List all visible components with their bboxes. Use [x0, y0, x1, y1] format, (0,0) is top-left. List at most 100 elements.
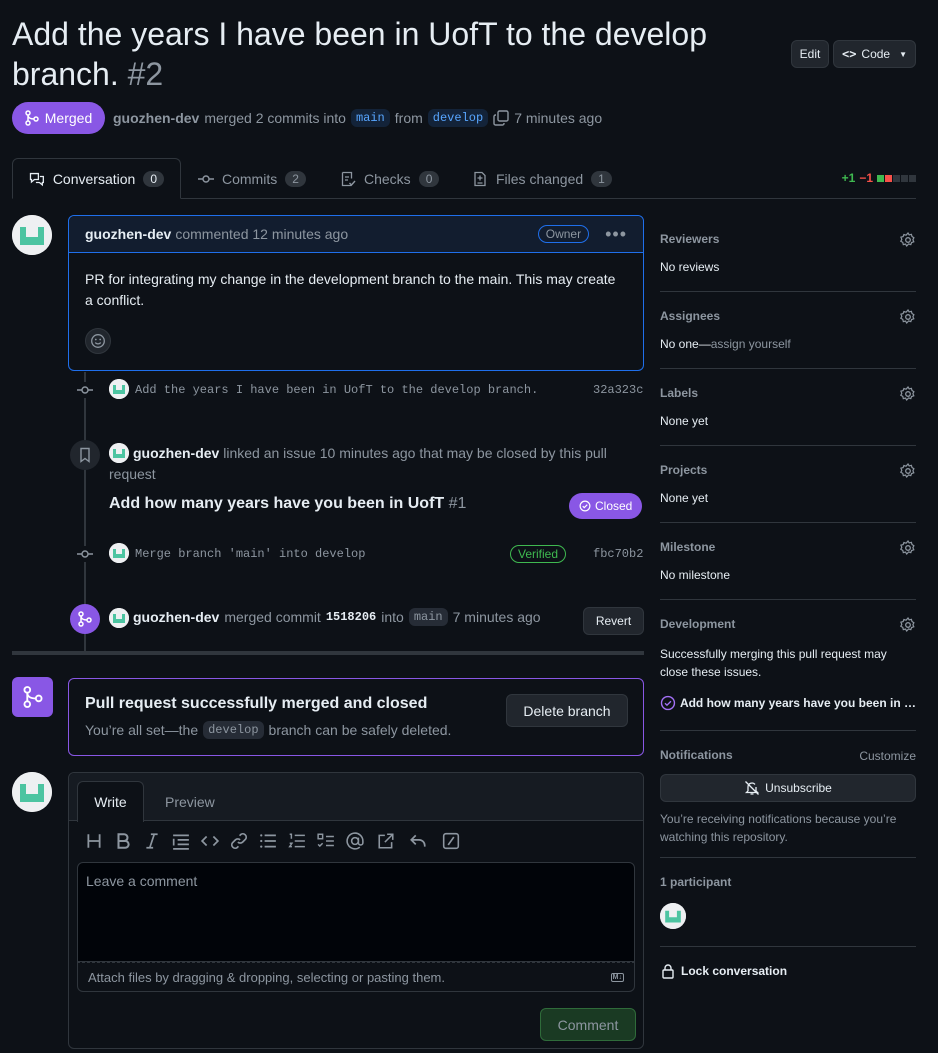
sidebar-notifications: Notifications Customize Unsubscribe You’… — [660, 748, 916, 858]
merged-box: Pull request successfully merged and clo… — [68, 678, 644, 756]
heading-icon[interactable] — [85, 832, 103, 850]
assign-yourself-link[interactable]: assign yourself — [711, 337, 791, 351]
linker-name[interactable]: guozhen-dev — [133, 445, 219, 461]
commit-author-avatar[interactable] — [109, 379, 129, 399]
development-issue-title[interactable]: Add how many years have you been in … — [680, 696, 916, 710]
tab-preview[interactable]: Preview — [165, 794, 215, 810]
development-issue[interactable]: Add how many years have you been in … — [660, 695, 916, 711]
merged-desc-pre: You’re all set—the — [85, 722, 199, 738]
delete-branch-button[interactable]: Delete branch — [506, 694, 628, 727]
merge-target-branch[interactable]: main — [408, 608, 448, 626]
bold-icon[interactable] — [114, 832, 132, 850]
merged-box-desc: You’re all set—the develop branch can be… — [85, 721, 451, 739]
gear-icon[interactable] — [900, 309, 916, 325]
check-circle-icon — [660, 695, 676, 711]
pr-tabbar: Conversation 0 Commits 2 Checks 0 Files … — [12, 158, 916, 199]
page-title: Add the years I have been in UofT to the… — [12, 14, 772, 94]
tab-commits[interactable]: Commits 2 — [182, 158, 322, 199]
tab-files-changed[interactable]: Files changed 1 — [456, 158, 628, 199]
merge-time: 7 minutes ago — [514, 110, 603, 126]
markdown-icon[interactable]: M↓ — [610, 972, 624, 982]
verified-badge[interactable]: Verified — [510, 545, 567, 563]
merge-event: guozhen-dev merged commit 1518206 into m… — [133, 608, 541, 626]
code-icon: <> — [841, 47, 857, 61]
unsubscribe-button[interactable]: Unsubscribe — [660, 774, 916, 802]
customize-link[interactable]: Customize — [859, 749, 916, 763]
reaction-button[interactable] — [85, 328, 111, 354]
comment-body: PR for integrating my change in the deve… — [85, 271, 616, 308]
commit-author-avatar[interactable] — [109, 543, 129, 563]
from-text: from — [394, 110, 423, 126]
comment-textarea[interactable]: Leave a comment — [77, 862, 635, 962]
gear-icon[interactable] — [900, 463, 916, 479]
italic-icon[interactable] — [143, 832, 161, 850]
ordered-list-icon[interactable] — [288, 832, 306, 850]
owner-badge: Owner — [537, 225, 590, 243]
tab-files-changed-label: Files changed — [496, 170, 584, 187]
gear-icon[interactable] — [900, 540, 916, 556]
participants-title: 1 participant — [660, 875, 732, 889]
merge-commit-sha[interactable]: 1518206 — [326, 610, 376, 624]
viewer-avatar[interactable] — [12, 772, 52, 812]
assignees-title: Assignees — [660, 309, 721, 323]
gear-icon[interactable] — [900, 617, 916, 633]
attach-bar[interactable]: Attach files by dragging & dropping, sel… — [77, 962, 635, 992]
commit-message[interactable]: Add the years I have been in UofT to the… — [135, 383, 538, 397]
comment-author[interactable]: guozhen-dev — [85, 226, 171, 242]
slash-command-icon[interactable] — [442, 832, 460, 850]
attach-hint: Attach files by dragging & dropping, sel… — [88, 969, 445, 985]
linked-issue-title[interactable]: Add how many years have you been in UofT — [109, 495, 444, 512]
tasklist-icon[interactable] — [317, 832, 335, 850]
author-link[interactable]: guozhen-dev — [113, 110, 199, 126]
sidebar-milestone: Milestone No milestone — [660, 540, 916, 600]
pr-title: Add the years I have been in UofT to the… — [12, 16, 707, 92]
kebab-menu-icon[interactable]: ••• — [605, 225, 627, 243]
comment-header: guozhen-dev commented 12 minutes ago Own… — [69, 216, 643, 253]
copy-icon[interactable] — [493, 110, 509, 126]
merge-into-text: into — [381, 609, 404, 625]
comment-card: guozhen-dev commented 12 minutes ago Own… — [68, 215, 644, 371]
revert-button[interactable]: Revert — [583, 607, 644, 635]
quote-icon[interactable] — [172, 832, 190, 850]
code-label: Code — [861, 47, 891, 61]
merger-avatar[interactable] — [109, 608, 129, 628]
participant-avatar[interactable] — [660, 903, 686, 929]
tab-write[interactable]: Write — [77, 781, 144, 822]
merged-desc-branch[interactable]: develop — [203, 721, 264, 739]
tab-conversation[interactable]: Conversation 0 — [12, 158, 181, 199]
edit-button[interactable]: Edit — [791, 40, 829, 68]
labels-title: Labels — [660, 386, 699, 400]
mention-icon[interactable] — [346, 832, 364, 850]
unordered-list-icon[interactable] — [259, 832, 277, 850]
author-avatar[interactable] — [12, 215, 52, 255]
tab-checks-label: Checks — [364, 170, 411, 187]
tab-checks[interactable]: Checks 0 — [324, 158, 455, 199]
commit-sha[interactable]: 32a323c — [593, 383, 643, 397]
bookmark-icon — [70, 440, 100, 470]
merge-icon — [70, 604, 100, 634]
sidebar-development: Development Successfully merging this pu… — [660, 617, 916, 731]
cross-reference-icon[interactable] — [377, 832, 395, 850]
gear-icon[interactable] — [900, 386, 916, 402]
reply-icon[interactable] — [409, 832, 427, 850]
linked-issue[interactable]: Add how many years have you been in UofT… — [109, 495, 466, 513]
commit-sha[interactable]: fbc70b2 — [593, 547, 643, 561]
commit-message[interactable]: Merge branch 'main' into develop — [135, 547, 365, 561]
merger-name[interactable]: guozhen-dev — [133, 609, 219, 625]
gear-icon[interactable] — [900, 232, 916, 248]
code-button[interactable]: <> Code ▼ — [833, 40, 916, 68]
labels-value: None yet — [660, 414, 709, 428]
comment-submit-button[interactable]: Comment — [540, 1008, 636, 1041]
merged-desc-post: branch can be safely deleted. — [268, 722, 452, 738]
comment-placeholder: Leave a comment — [86, 873, 198, 889]
merge-icon — [25, 110, 39, 126]
code-icon[interactable] — [201, 832, 219, 850]
pr-number: #2 — [127, 56, 164, 92]
merge-text: merged 2 commits into — [204, 110, 346, 126]
lock-conversation[interactable]: Lock conversation — [660, 963, 787, 979]
base-branch[interactable]: main — [350, 109, 390, 127]
sidebar-assignees: Assignees No one—assign yourself — [660, 309, 916, 369]
head-branch[interactable]: develop — [427, 109, 489, 127]
projects-title: Projects — [660, 463, 708, 477]
link-icon[interactable] — [230, 832, 248, 850]
